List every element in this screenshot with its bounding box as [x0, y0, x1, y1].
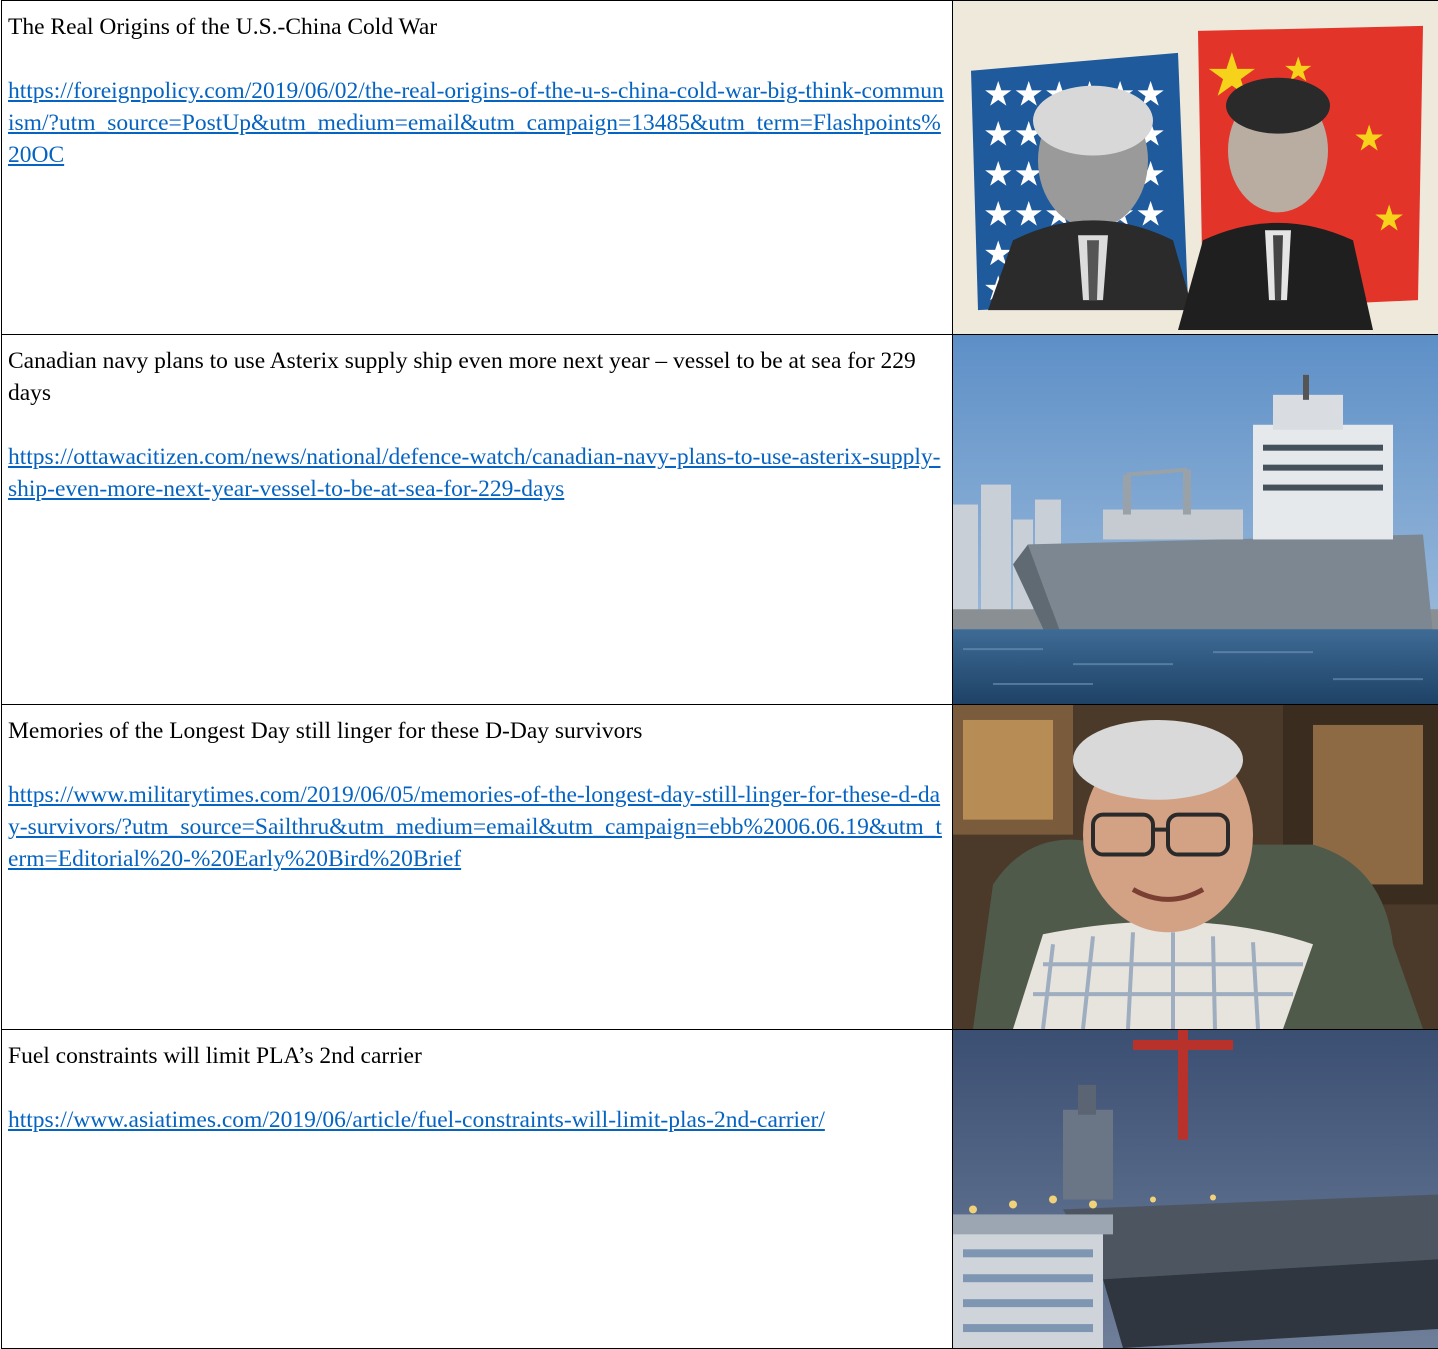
- article-row: Fuel constraints will limit PLA’s 2nd ca…: [2, 1030, 1438, 1349]
- article-text-cell: Canadian navy plans to use Asterix suppl…: [2, 335, 953, 705]
- article-link[interactable]: https://www.militarytimes.com/2019/06/05…: [8, 779, 946, 875]
- article-text-cell: Fuel constraints will limit PLA’s 2nd ca…: [2, 1030, 953, 1349]
- article-row: Memories of the Longest Day still linger…: [2, 705, 1438, 1030]
- article-row: Canadian navy plans to use Asterix suppl…: [2, 335, 1438, 705]
- article-image-cell: [953, 335, 1438, 705]
- article-title: Fuel constraints will limit PLA’s 2nd ca…: [8, 1040, 946, 1072]
- article-image-cell: [953, 705, 1438, 1030]
- aircraft-carrier-dock-image: [953, 1030, 1438, 1348]
- article-link[interactable]: https://www.asiatimes.com/2019/06/articl…: [8, 1104, 946, 1136]
- article-text-cell: The Real Origins of the U.S.-China Cold …: [2, 1, 953, 335]
- articles-table: The Real Origins of the U.S.-China Cold …: [1, 0, 1438, 1349]
- article-link[interactable]: https://foreignpolicy.com/2019/06/02/the…: [8, 75, 946, 171]
- veteran-portrait-image: [953, 705, 1438, 1029]
- svg-text:★: ★: [1353, 119, 1385, 160]
- article-title: Memories of the Longest Day still linger…: [8, 715, 946, 747]
- article-link[interactable]: https://ottawacitizen.com/news/national/…: [8, 441, 946, 505]
- svg-text:★: ★: [1373, 198, 1405, 239]
- article-row: The Real Origins of the U.S.-China Cold …: [2, 1, 1438, 335]
- us-china-leaders-collage-image: ★★★★★★ ★★★★★★ ★★★★★★ ★★★★★★ ★★★★★★ ★★★★★…: [953, 1, 1438, 334]
- article-image-cell: ★★★★★★ ★★★★★★ ★★★★★★ ★★★★★★ ★★★★★★ ★★★★★…: [953, 1, 1438, 335]
- supply-ship-harbour-image: [953, 335, 1438, 704]
- article-image-cell: [953, 1030, 1438, 1349]
- article-title: Canadian navy plans to use Asterix suppl…: [8, 345, 946, 409]
- article-text-cell: Memories of the Longest Day still linger…: [2, 705, 953, 1030]
- article-title: The Real Origins of the U.S.-China Cold …: [8, 11, 946, 43]
